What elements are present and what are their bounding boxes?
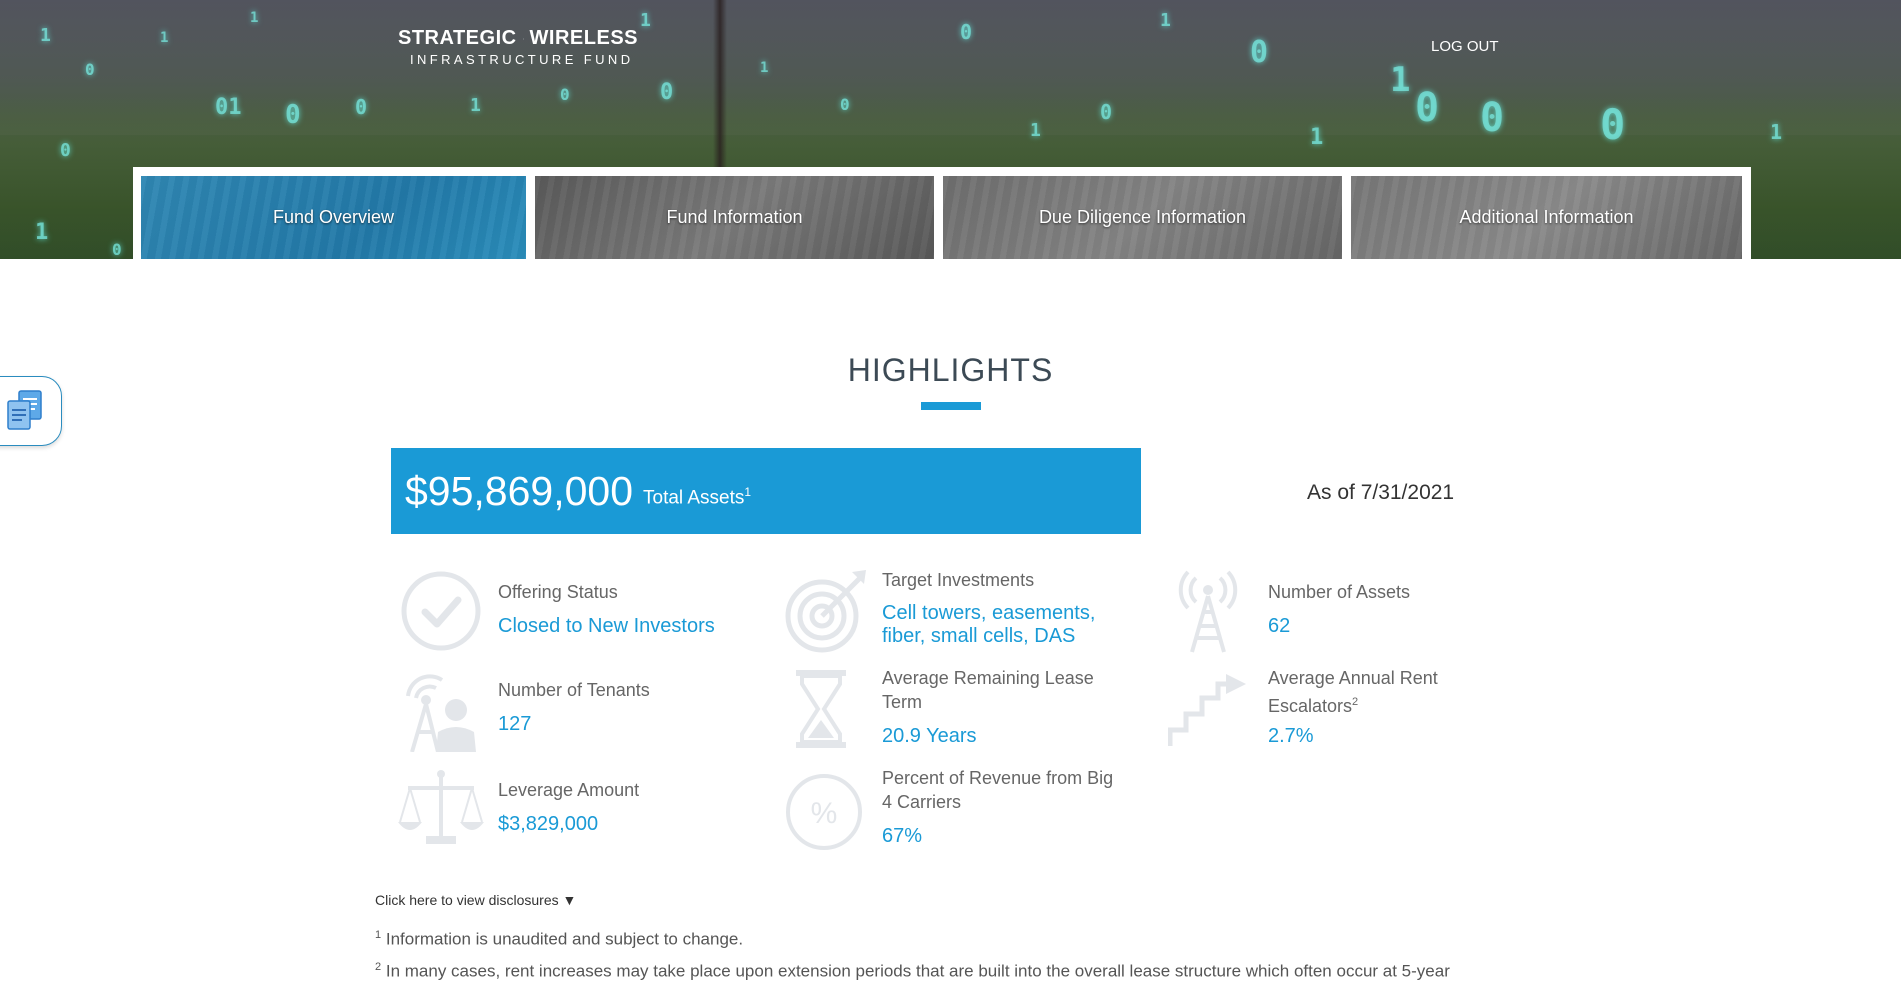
stat-label: Number of Assets bbox=[1268, 582, 1411, 602]
stat-number-of-assets: Number of Assets 62 bbox=[1168, 568, 1498, 658]
tab-label: Fund Overview bbox=[272, 207, 395, 227]
footnote-number: 1 bbox=[375, 929, 382, 941]
as-of-date: As of 7/31/2021 bbox=[1307, 481, 1455, 504]
stat-value: 20.9 Years bbox=[882, 725, 977, 747]
hourglass-icon bbox=[796, 670, 846, 748]
binary-digit: 0 bbox=[660, 80, 674, 105]
tenant-tower-icon bbox=[406, 674, 476, 752]
target-icon bbox=[785, 570, 866, 653]
footnote-ref: 1 bbox=[744, 484, 752, 499]
stat-label: Average Annual Rent Escalators2 bbox=[1268, 666, 1508, 718]
stat-average-annual-rent-escalators: Average Annual Rent Escalators2 2.7% bbox=[1168, 666, 1528, 756]
logout-link[interactable]: LOG OUT bbox=[1431, 38, 1499, 55]
binary-digit: 1 bbox=[160, 30, 169, 46]
footnote-1: 1 Information is unaudited and subject t… bbox=[375, 929, 743, 950]
stat-label: Offering Status bbox=[498, 582, 618, 602]
logo-subtitle: INFRASTRUCTURE FUND bbox=[410, 52, 634, 67]
tab-label: Due Diligence Information bbox=[1038, 207, 1247, 227]
binary-digit: 0 bbox=[60, 140, 71, 161]
title-underline bbox=[921, 402, 981, 410]
binary-digit: 0 bbox=[1600, 100, 1626, 149]
stat-value: $3,829,000 bbox=[498, 813, 599, 835]
binary-digit: 0 bbox=[960, 20, 973, 44]
binary-digit: 1 bbox=[1770, 120, 1783, 144]
binary-digit: 0 bbox=[1415, 85, 1440, 131]
binary-digit: 0 bbox=[85, 60, 95, 79]
stat-value: 67% bbox=[882, 825, 923, 847]
tab-label: Fund Information bbox=[666, 207, 803, 227]
stat-number-of-tenants: Number of Tenants 127 bbox=[398, 666, 758, 756]
footnote-text: Information is unaudited and subject to … bbox=[385, 929, 744, 949]
footnote-text: In many cases, rent increases may take p… bbox=[385, 961, 1450, 981]
binary-digit: 0 bbox=[840, 95, 850, 114]
stat-label: Average Remaining Lease Term bbox=[882, 668, 1094, 712]
footnote-number: 2 bbox=[375, 961, 382, 973]
total-assets-banner: $95,869,000 Total Assets1 bbox=[391, 448, 1141, 534]
tab-due-diligence-information[interactable]: Due Diligence Information bbox=[943, 176, 1342, 259]
stat-label: Target Investments bbox=[882, 570, 1035, 590]
binary-digit: 1 bbox=[760, 60, 769, 76]
stat-offering-status: Offering Status Closed to New Investors bbox=[398, 570, 758, 660]
footnote-2: 2 In many cases, rent increases may take… bbox=[375, 961, 1450, 982]
svg-text:%: % bbox=[811, 797, 838, 830]
binary-digit: 1 bbox=[1030, 120, 1041, 141]
binary-digit: 1 bbox=[1160, 10, 1171, 31]
total-assets-label-text: Total Assets bbox=[643, 487, 745, 509]
stat-value: 127 bbox=[498, 713, 532, 735]
binary-digit: 1 bbox=[470, 95, 481, 116]
total-assets-label: Total Assets1 bbox=[643, 485, 751, 509]
binary-digit: 0 bbox=[285, 100, 301, 130]
binary-digit: 0 bbox=[355, 95, 368, 119]
documents-icon bbox=[7, 390, 42, 430]
total-assets-amount: $95,869,000 bbox=[405, 467, 634, 514]
binary-digit: 0 bbox=[1250, 35, 1269, 70]
stat-average-remaining-lease-term: Average Remaining Lease Term 20.9 Years bbox=[782, 666, 1142, 756]
binary-digit: 1 bbox=[40, 25, 51, 46]
binary-digit: 01 bbox=[215, 95, 242, 120]
stat-value: Closed to New Investors bbox=[498, 615, 715, 637]
fund-logo[interactable]: STRATEGIC WIRELESS INFRASTRUCTURE FUND bbox=[398, 27, 638, 67]
stat-value: Cell towers, easements, fiber, small cel… bbox=[882, 602, 1096, 647]
binary-digit: 0 bbox=[112, 240, 122, 259]
scale-icon bbox=[398, 770, 484, 844]
binary-digit: 1 bbox=[35, 220, 49, 245]
logo-word-wireless: WIRELESS bbox=[529, 27, 638, 49]
tab-label: Additional Information bbox=[1459, 207, 1634, 227]
binary-digit: 1 bbox=[250, 10, 259, 26]
footnote-ref: 2 bbox=[1352, 696, 1359, 708]
binary-digit: 1 bbox=[1310, 125, 1324, 150]
stat-label: Percent of Revenue from Big 4 Carriers bbox=[882, 768, 1114, 812]
checkmark-circle-icon bbox=[401, 571, 481, 651]
percent-circle-icon: % bbox=[786, 774, 862, 850]
tab-additional-information[interactable]: Additional Information bbox=[1351, 176, 1742, 259]
tower-silhouette bbox=[713, 0, 727, 170]
stairs-arrow-icon bbox=[1168, 674, 1246, 746]
tab-fund-overview[interactable]: Fund Overview bbox=[141, 176, 526, 259]
stat-leverage-amount: Leverage Amount $3,829,000 bbox=[398, 766, 758, 856]
stat-label-text: Average Annual Rent Escalators bbox=[1268, 668, 1438, 716]
disclosures-toggle[interactable]: Click here to view disclosures ▼ bbox=[375, 892, 576, 908]
signal-swirl-icon bbox=[522, 38, 524, 39]
binary-digit: 1 bbox=[1390, 60, 1411, 100]
stat-label: Number of Tenants bbox=[498, 680, 650, 700]
tab-fund-information[interactable]: Fund Information bbox=[535, 176, 934, 259]
stat-value: 2.7% bbox=[1268, 725, 1314, 747]
stat-label: Leverage Amount bbox=[498, 780, 640, 800]
binary-digit: 0 bbox=[560, 85, 570, 104]
stat-target-investments: Target Investments Cell towers, easement… bbox=[782, 568, 1142, 668]
binary-digit: 0 bbox=[1480, 95, 1505, 141]
cell-tower-icon bbox=[1178, 570, 1238, 653]
binary-digit: 0 bbox=[1100, 100, 1113, 124]
binary-digit: 1 bbox=[640, 10, 651, 31]
stat-value: 62 bbox=[1268, 615, 1291, 637]
stat-percent-revenue-big-4: % Percent of Revenue from Big 4 Carriers… bbox=[782, 766, 1142, 866]
section-title: HIGHLIGHTS bbox=[847, 352, 1054, 388]
logo-word-strategic: STRATEGIC bbox=[398, 27, 517, 49]
